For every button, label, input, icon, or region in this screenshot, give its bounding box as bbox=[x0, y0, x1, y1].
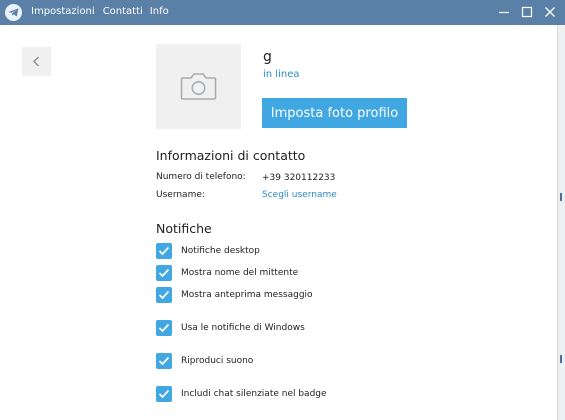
window-edge bbox=[557, 25, 565, 420]
windows-notifications-checkbox-row[interactable]: Usa le notifiche di Windows bbox=[156, 320, 305, 336]
include-muted-badge-checkbox-row[interactable]: Includi chat silenziate nel badge bbox=[156, 386, 327, 402]
avatar[interactable] bbox=[156, 44, 241, 129]
checkbox[interactable] bbox=[156, 386, 172, 402]
checkmark-icon bbox=[158, 389, 170, 399]
telegram-plane-icon[interactable] bbox=[5, 4, 22, 21]
checkmark-icon bbox=[158, 290, 170, 300]
checkbox-label: Usa le notifiche di Windows bbox=[181, 323, 305, 333]
username-label: Username: bbox=[156, 190, 205, 200]
edge-mark bbox=[560, 193, 562, 201]
checkbox-label: Mostra anteprima messaggio bbox=[181, 290, 313, 300]
close-icon[interactable] bbox=[541, 3, 559, 21]
chevron-left-icon bbox=[33, 56, 39, 67]
back-button[interactable] bbox=[22, 47, 51, 76]
contact-info-title: Informazioni di contatto bbox=[156, 148, 306, 163]
profile-name: g bbox=[263, 49, 272, 65]
checkbox[interactable] bbox=[156, 353, 172, 369]
checkmark-icon bbox=[158, 246, 170, 256]
checkbox-label: Notifiche desktop bbox=[181, 246, 260, 256]
checkbox[interactable] bbox=[156, 287, 172, 303]
menu-item-contacts[interactable]: Contatti bbox=[103, 6, 143, 17]
checkmark-icon bbox=[158, 356, 170, 366]
profile-status: in linea bbox=[263, 69, 300, 80]
checkbox[interactable] bbox=[156, 320, 172, 336]
menu-bar: Impostazioni Contatti Info bbox=[31, 6, 176, 17]
show-preview-checkbox-row[interactable]: Mostra anteprima messaggio bbox=[156, 287, 313, 303]
choose-username-link[interactable]: Scegli username bbox=[262, 190, 337, 200]
checkbox-label: Mostra nome del mittente bbox=[181, 268, 299, 278]
set-profile-photo-button[interactable]: Imposta foto profilo bbox=[262, 98, 407, 128]
notification-desktop-checkbox-row[interactable]: Notifiche desktop bbox=[156, 243, 260, 259]
checkmark-icon bbox=[158, 323, 170, 333]
title-bar: Impostazioni Contatti Info bbox=[0, 0, 565, 25]
notifications-title: Notifiche bbox=[156, 221, 212, 236]
checkbox-label: Riproduci suono bbox=[181, 356, 254, 366]
minimize-icon[interactable] bbox=[495, 3, 513, 21]
edge-mark bbox=[560, 355, 562, 363]
checkmark-icon bbox=[158, 268, 170, 278]
phone-value: +39 320112233 bbox=[262, 173, 336, 183]
maximize-icon[interactable] bbox=[518, 3, 536, 21]
show-sender-checkbox-row[interactable]: Mostra nome del mittente bbox=[156, 265, 298, 281]
play-sound-checkbox-row[interactable]: Riproduci suono bbox=[156, 353, 253, 369]
phone-label: Numero di telefono: bbox=[156, 172, 246, 182]
checkbox[interactable] bbox=[156, 243, 172, 259]
menu-item-info[interactable]: Info bbox=[150, 6, 169, 17]
checkbox[interactable] bbox=[156, 265, 172, 281]
checkbox-label: Includi chat silenziate nel badge bbox=[181, 389, 327, 399]
camera-icon bbox=[180, 73, 217, 100]
menu-item-settings[interactable]: Impostazioni bbox=[31, 6, 95, 17]
